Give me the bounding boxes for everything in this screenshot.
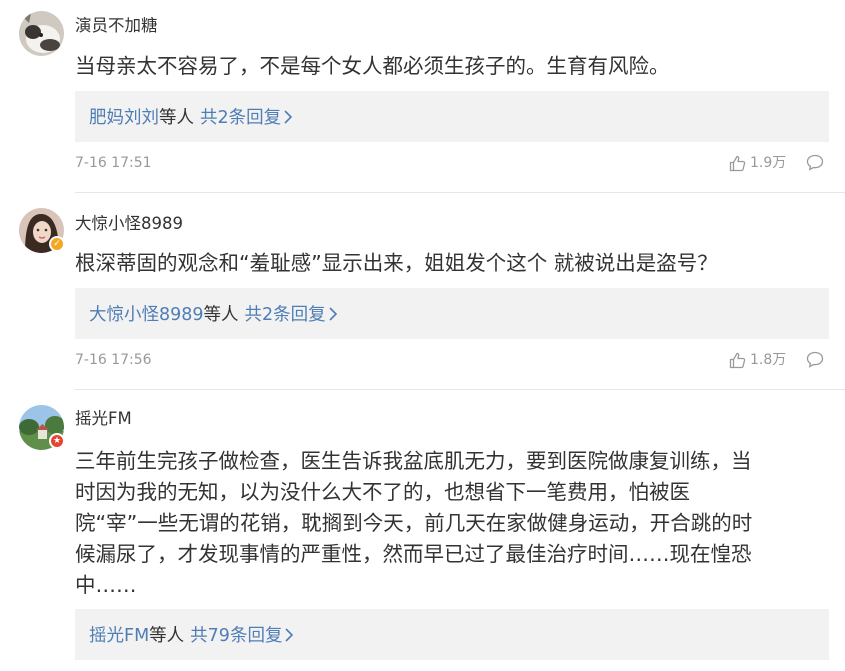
like-button[interactable]: 1.8万 [729,350,786,370]
username[interactable]: 摇光FM [75,408,132,430]
cat-avatar-icon[interactable] [19,11,64,56]
official-badge-icon: ★ [49,433,65,449]
username[interactable]: 大惊小怪8989 [75,213,183,235]
timestamp: 7-16 17:56 [75,352,152,368]
reply-etc-label: 等人 [149,626,185,646]
like-count: 1.8万 [750,352,787,368]
reply-etc-label: 等人 [203,305,239,325]
chevron-right-icon [283,109,293,125]
comment-feed: 演员不加糖 当母亲太不容易了，不是每个女人都必须生孩子的。生育有风险。 肥妈刘刘… [0,0,845,671]
reply-count[interactable]: 共2条回复 [200,104,281,129]
chevron-right-icon [328,306,338,322]
comment-item: ✓ 大惊小怪8989 根深蒂固的观念和“羞耻感”显示出来，姐姐发个这个 就被说出… [0,193,845,390]
comment-text-line: 候漏尿了，才发现事情的严重性，然而早已过了最佳治疗时间……现在惶恐 [75,542,752,566]
comment-text: 三年前生完孩子做检查，医生告诉我盆底肌无力，要到医院做康复训练，当 时因为我的无… [75,446,825,601]
comment-bubble-icon[interactable] [806,351,824,368]
comment-text: 根深蒂固的观念和“羞耻感”显示出来，姐姐发个这个 就被说出是盗号？ [75,251,718,275]
replies-link[interactable]: 大惊小怪8989 等人 共2条回复 [75,288,829,339]
comment-text-line: 中…… [75,573,137,597]
comment-item: 演员不加糖 当母亲太不容易了，不是每个女人都必须生孩子的。生育有风险。 肥妈刘刘… [0,0,845,193]
comment-text: 当母亲太不容易了，不是每个女人都必须生孩子的。生育有风险。 [75,54,670,78]
reply-etc-label: 等人 [159,108,194,128]
comment-item: ★ 摇光FM 三年前生完孩子做检查，医生告诉我盆底肌无力，要到医院做康复训练，当… [0,390,845,671]
replies-link[interactable]: 肥妈刘刘 等人 共2条回复 [75,91,829,142]
reply-count[interactable]: 共79条回复 [190,622,282,647]
reply-users[interactable]: 摇光FM [89,622,149,647]
comment-text-line: 时因为我的无知，以为没什么大不了的，也想省下一笔费用，怕被医 [75,480,690,504]
comment-bubble-icon[interactable] [806,154,824,171]
reply-users[interactable]: 肥妈刘刘 [89,104,159,129]
like-button[interactable]: 1.9万 [729,153,786,173]
chevron-right-icon [284,627,294,643]
thumbs-up-icon [729,155,750,172]
replies-link[interactable]: 摇光FM 等人 共79条回复 [75,609,829,660]
reply-count[interactable]: 共2条回复 [245,301,326,326]
comment-text-line: 院“宰”一些无谓的花销，耽搁到今天，前几天在家做健身运动，开合跳的时 [75,511,753,535]
thumbs-up-icon [729,352,750,369]
timestamp: 7-16 17:51 [75,155,152,171]
like-count: 1.9万 [750,155,787,171]
reply-users[interactable]: 大惊小怪8989 [89,301,204,326]
username[interactable]: 演员不加糖 [75,15,158,37]
comment-text-line: 三年前生完孩子做检查，医生告诉我盆底肌无力，要到医院做康复训练，当 [75,449,752,473]
verified-badge-icon: ✓ [49,236,65,252]
